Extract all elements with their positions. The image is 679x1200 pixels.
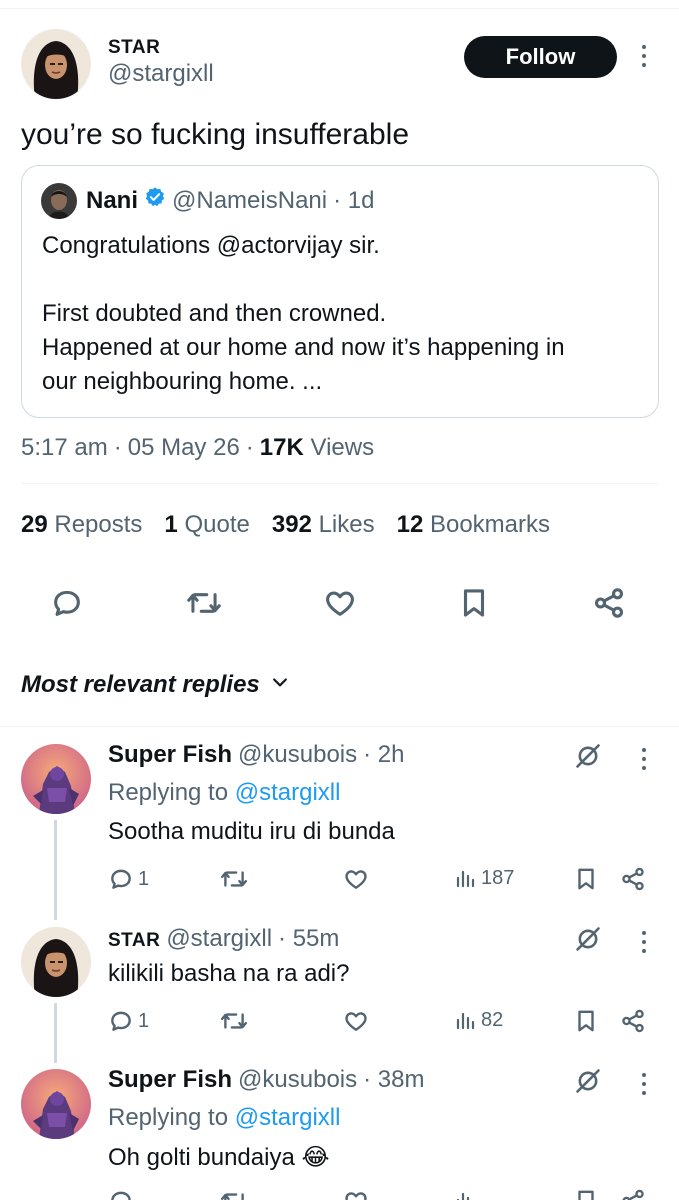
likes-stat[interactable]: 392 Likes (272, 511, 375, 539)
repost-icon[interactable] (186, 586, 222, 625)
share-icon[interactable] (620, 1188, 646, 1200)
reply-action[interactable]: 1 (108, 866, 149, 892)
quoted-author-handle: @NameisNani (172, 186, 328, 214)
reposts-stat[interactable]: 29 Reposts (21, 511, 142, 539)
views-action[interactable]: 82 (455, 1008, 503, 1032)
bookmark-icon[interactable] (574, 1188, 598, 1200)
reply-author-name[interactable]: STAR (108, 930, 160, 952)
reply-icon[interactable] (50, 586, 84, 625)
reply-author-handle[interactable]: @kusubois (238, 741, 357, 769)
reply-icon (111, 869, 131, 889)
reply-count: 1 (138, 867, 150, 890)
repost-icon[interactable] (220, 1008, 248, 1039)
more-icon[interactable] (642, 748, 646, 770)
like-icon[interactable] (342, 1188, 370, 1200)
reply-icon[interactable] (108, 1188, 134, 1200)
top-divider (0, 8, 679, 9)
divider (21, 483, 658, 484)
bookmark-icon[interactable] (574, 866, 598, 897)
thread-line (54, 820, 57, 920)
share-icon[interactable] (592, 586, 626, 625)
replying-to-handle[interactable]: @stargixll (235, 779, 341, 806)
share-icon[interactable] (620, 1008, 646, 1039)
reply-time[interactable]: · 38m (363, 1066, 424, 1094)
repost-icon[interactable] (220, 866, 248, 897)
reply-views: 82 (481, 1008, 504, 1031)
quoted-text-line: First doubted and then crowned. (42, 300, 387, 327)
replying-to-handle[interactable]: @stargixll (235, 1104, 341, 1131)
reply-views: 187 (481, 866, 515, 889)
reply-text: kilikili basha na ra adi? (108, 960, 350, 987)
bookmark-icon[interactable] (574, 1008, 598, 1039)
reply-author-handle[interactable]: @kusubois (238, 1066, 357, 1094)
reply-header: Super Fish @kusubois · 2h (108, 741, 404, 769)
more-icon[interactable] (642, 931, 646, 953)
quoted-time: · 1d (333, 186, 375, 214)
quoted-text-line: Happened at our home and now it’s happen… (42, 334, 565, 361)
replies-sort-label: Most relevant replies (21, 671, 260, 698)
grok-icon[interactable] (574, 925, 602, 958)
reply-header: Super Fish @kusubois · 38m (108, 1066, 424, 1094)
repost-icon[interactable] (220, 1188, 248, 1200)
views-action[interactable]: 187 (455, 866, 514, 890)
like-icon[interactable] (342, 1008, 370, 1039)
author-handle[interactable]: @stargixll (108, 60, 214, 88)
tweet-date[interactable]: 05 May 26 (128, 434, 240, 462)
bookmarks-stat[interactable]: 12 Bookmarks (397, 511, 550, 539)
reply-avatar[interactable] (21, 927, 91, 997)
reply-icon (111, 1011, 131, 1031)
reply-header: STAR @stargixll · 55m (108, 925, 339, 953)
chevron-down-icon (270, 671, 290, 699)
tweet-meta: 5:17 am · 05 May 26 · 17K Views (21, 434, 375, 462)
replying-to: Replying to @stargixll (108, 1104, 341, 1131)
views-icon (456, 1012, 475, 1030)
quoted-author-row: Nani @NameisNani · 1d (86, 186, 374, 215)
reply-author-name[interactable]: Super Fish (108, 1066, 232, 1094)
more-icon[interactable] (642, 45, 646, 67)
quoted-text-line: Congratulations @actorvijay sir. (42, 232, 380, 259)
quoted-text: Congratulations @actorvijay sir. First d… (42, 229, 565, 399)
reply-avatar[interactable] (21, 1069, 91, 1139)
verified-badge-icon (144, 186, 166, 215)
views-icon (456, 870, 475, 888)
author-name[interactable]: STAR (108, 37, 160, 59)
views-label: Views (310, 434, 375, 461)
quotes-stat[interactable]: 1 Quote (164, 511, 249, 539)
bookmark-icon[interactable] (458, 586, 490, 625)
quoted-text-line: our neighbouring home. ... (42, 368, 323, 395)
reply-time[interactable]: · 2h (363, 741, 404, 769)
reply-author-handle[interactable]: @stargixll (166, 925, 272, 953)
thread-line (54, 1003, 57, 1063)
grok-icon[interactable] (574, 1067, 602, 1100)
more-icon[interactable] (642, 1073, 646, 1095)
replies-sort-dropdown[interactable]: Most relevant replies (21, 671, 290, 699)
like-icon[interactable] (342, 866, 370, 897)
reply-count: 1 (138, 1009, 150, 1032)
reply-text: Sootha muditu iru di bunda (108, 818, 395, 845)
divider (0, 726, 679, 727)
reply-text: Oh golti bundaiya 😂 (108, 1144, 330, 1171)
reply-avatar[interactable] (21, 744, 91, 814)
engagement-stats: 29 Reposts 1 Quote 392 Likes 12 Bookmark… (21, 511, 550, 539)
reply-action[interactable]: 1 (108, 1008, 149, 1034)
reply-author-name[interactable]: Super Fish (108, 741, 232, 769)
views-count: 17K (259, 434, 304, 461)
grok-icon[interactable] (574, 742, 602, 775)
like-icon[interactable] (322, 586, 358, 625)
quoted-author-name: Nani (86, 186, 139, 214)
replying-to: Replying to @stargixll (108, 779, 341, 806)
reply-time[interactable]: · 55m (278, 925, 339, 953)
quoted-author-avatar (41, 183, 77, 219)
tweet-text: you’re so fucking insufferable (21, 118, 410, 151)
views-icon[interactable] (455, 1188, 477, 1200)
follow-button[interactable]: Follow (464, 36, 617, 78)
author-avatar[interactable] (21, 29, 91, 99)
tweet-time[interactable]: 5:17 am (21, 434, 108, 462)
share-icon[interactable] (620, 866, 646, 897)
